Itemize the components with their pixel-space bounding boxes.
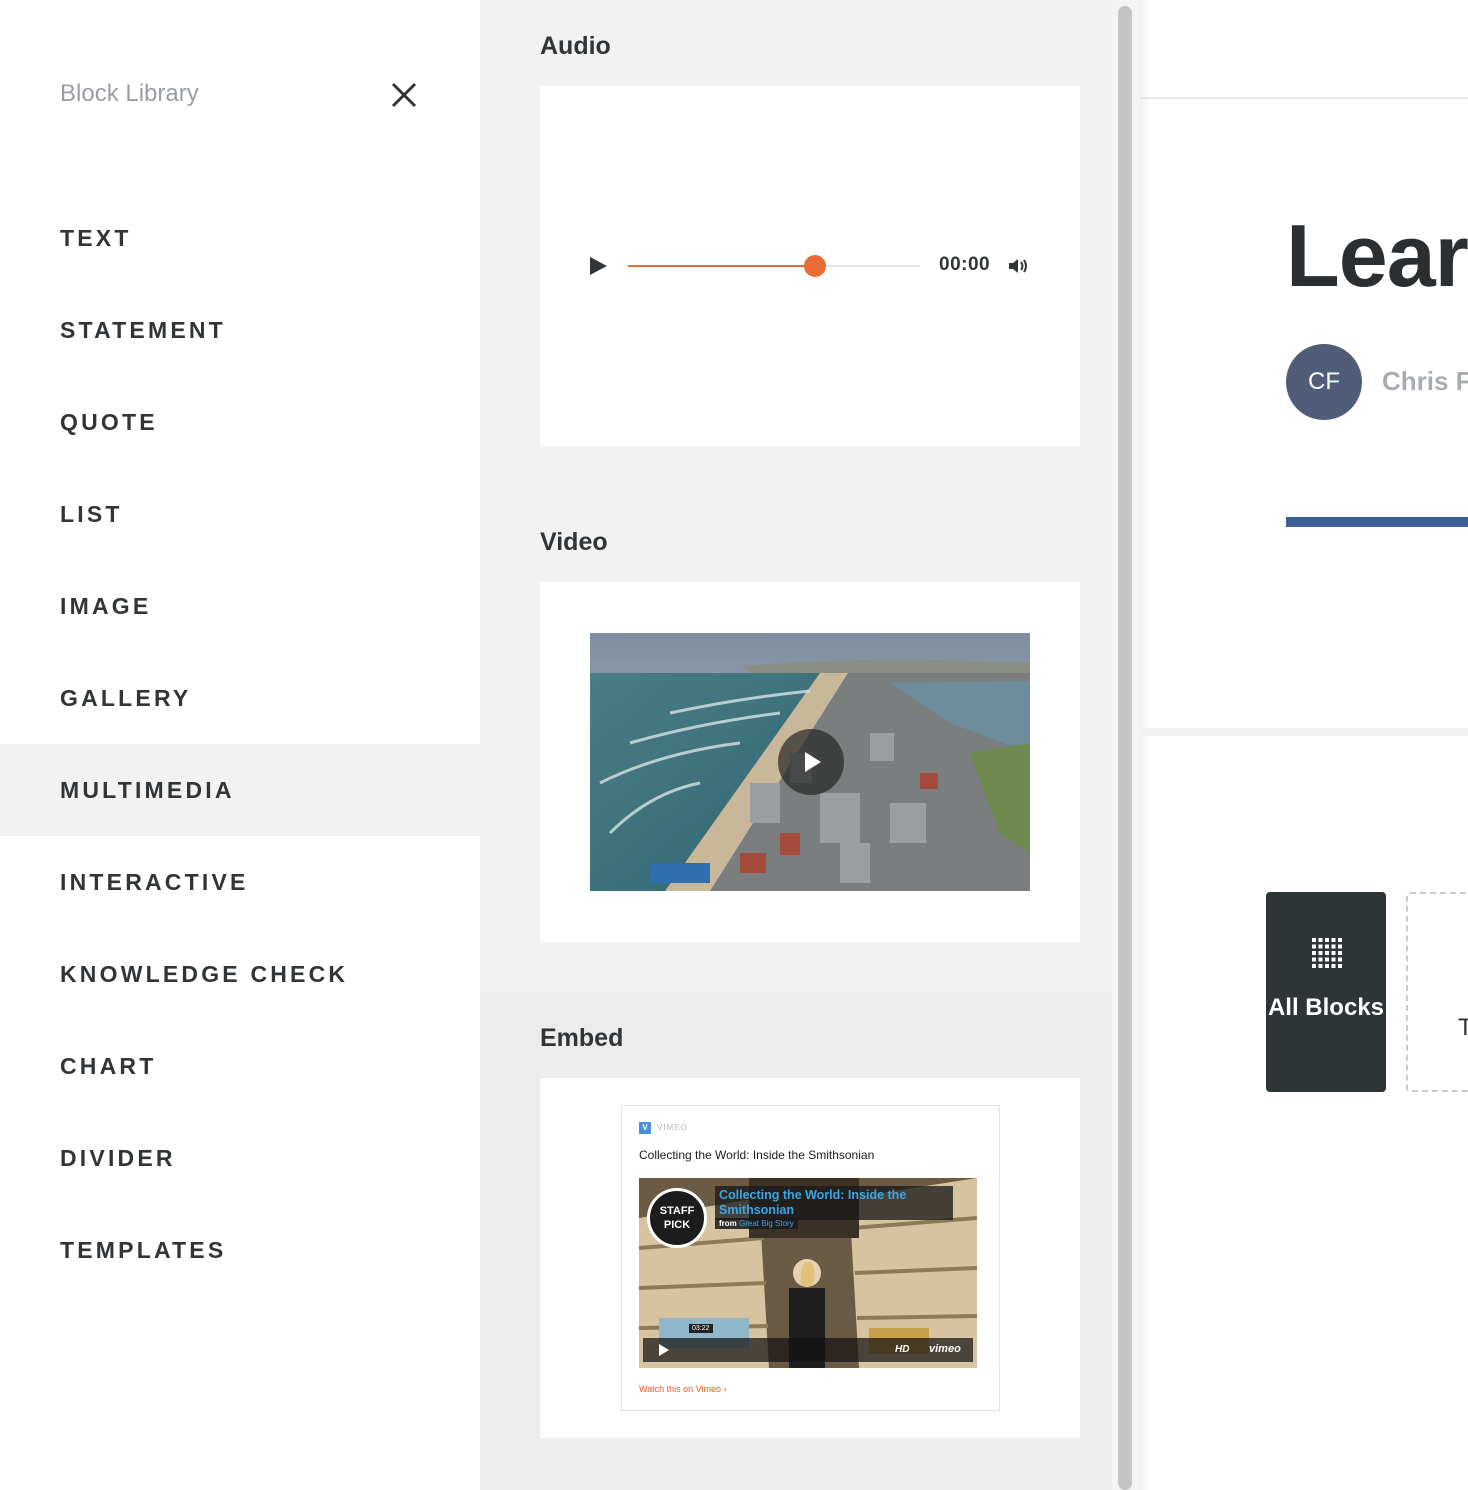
author-name: Chris Fo	[1382, 366, 1468, 396]
play-icon[interactable]	[778, 729, 844, 795]
vimeo-icon: V	[639, 1122, 651, 1134]
category-chart[interactable]: CHART	[0, 1020, 480, 1112]
video-section-title: Video	[540, 528, 608, 556]
preview-scrollbar[interactable]	[1112, 0, 1140, 1490]
embed-section: Embed V VIMEO Collecting the World: Insi…	[480, 992, 1112, 1490]
audio-progress-handle[interactable]	[803, 255, 826, 277]
embed-video-title: Collecting the World: Inside the Smithso…	[639, 1148, 875, 1162]
video-section: Video	[480, 496, 1112, 992]
templates-label: T	[1458, 1014, 1468, 1041]
audio-time: 00:00	[939, 254, 991, 275]
category-templates[interactable]: TEMPLATES	[0, 1204, 480, 1296]
lesson-accent-bar	[1286, 517, 1468, 527]
category-knowledge-check[interactable]: KNOWLEDGE CHECK	[0, 928, 480, 1020]
section-divider	[1140, 728, 1468, 736]
avatar: CF	[1286, 344, 1362, 420]
embed-channel: from Great Big Story	[715, 1218, 798, 1229]
category-statement[interactable]: STATEMENT	[0, 284, 480, 376]
embed-channel-name: Great Big Story	[739, 1219, 794, 1228]
volume-icon[interactable]	[1008, 257, 1030, 275]
header-divider	[1140, 97, 1468, 99]
watch-on-vimeo-link[interactable]: Watch this on Vimeo ›	[639, 1384, 727, 1394]
category-gallery[interactable]: GALLERY	[0, 652, 480, 744]
embed-overlay-title: Collecting the World: Inside the Smithso…	[715, 1186, 953, 1220]
audio-section: Audio 00:00	[480, 0, 1112, 496]
lesson-title[interactable]: Learn	[1286, 205, 1468, 307]
all-blocks-label: All Blocks	[1267, 994, 1385, 1021]
video-thumbnail	[590, 633, 1030, 891]
category-text[interactable]: TEXT	[0, 192, 480, 284]
embed-section-title: Embed	[540, 1024, 624, 1052]
scrollbar-thumb[interactable]	[1118, 6, 1132, 1490]
category-divider[interactable]: DIVIDER	[0, 1112, 480, 1204]
category-list: TEXT STATEMENT QUOTE LIST IMAGE GALLERY …	[0, 192, 480, 1296]
embed-player-controls: 03:22 HD vimeo	[643, 1324, 973, 1362]
embed-block-card[interactable]: V VIMEO Collecting the World: Inside the…	[540, 1078, 1080, 1438]
embed-from-prefix: from	[719, 1219, 737, 1228]
embed-provider: VIMEO	[657, 1123, 688, 1132]
audio-section-title: Audio	[540, 32, 611, 60]
close-icon	[391, 82, 417, 108]
panel-shadow	[1140, 0, 1152, 1490]
category-multimedia[interactable]: MULTIMEDIA	[0, 744, 480, 836]
embed-duration: 03:22	[689, 1324, 713, 1333]
audio-progress-fill	[628, 265, 815, 267]
category-image[interactable]: IMAGE	[0, 560, 480, 652]
watch-link-label: Watch this on Vimeo	[639, 1384, 722, 1394]
play-icon[interactable]	[659, 1344, 669, 1356]
category-list[interactable]: LIST	[0, 468, 480, 560]
audio-progress-track[interactable]	[628, 255, 920, 277]
play-icon[interactable]	[590, 257, 607, 275]
staff-pick-badge: STAFF PICK	[647, 1188, 707, 1248]
vimeo-embed-preview: V VIMEO Collecting the World: Inside the…	[621, 1105, 1000, 1411]
category-quote[interactable]: QUOTE	[0, 376, 480, 468]
close-button[interactable]	[386, 77, 422, 113]
category-interactive[interactable]: INTERACTIVE	[0, 836, 480, 928]
all-blocks-button[interactable]: All Blocks	[1266, 892, 1386, 1092]
grid-icon	[1312, 938, 1342, 968]
templates-button[interactable]: T	[1406, 892, 1468, 1092]
sidebar-title: Block Library	[60, 80, 199, 107]
embed-video-frame: STAFF PICK Collecting the World: Inside …	[639, 1178, 977, 1368]
block-library-sidebar: Block Library TEXT STATEMENT QUOTE LIST …	[0, 0, 480, 1490]
video-block-card[interactable]	[540, 582, 1080, 942]
block-preview-panel: Audio 00:00 Video Embed V VIMEO Collecti…	[480, 0, 1112, 1490]
vimeo-logo: vimeo	[929, 1343, 961, 1355]
audio-player: 00:00	[586, 250, 1036, 282]
lesson-canvas: Learn CF Chris Fo All Blocks T	[1140, 0, 1468, 1490]
hd-icon[interactable]: HD	[895, 1344, 909, 1355]
audio-block-card[interactable]: 00:00	[540, 86, 1080, 446]
